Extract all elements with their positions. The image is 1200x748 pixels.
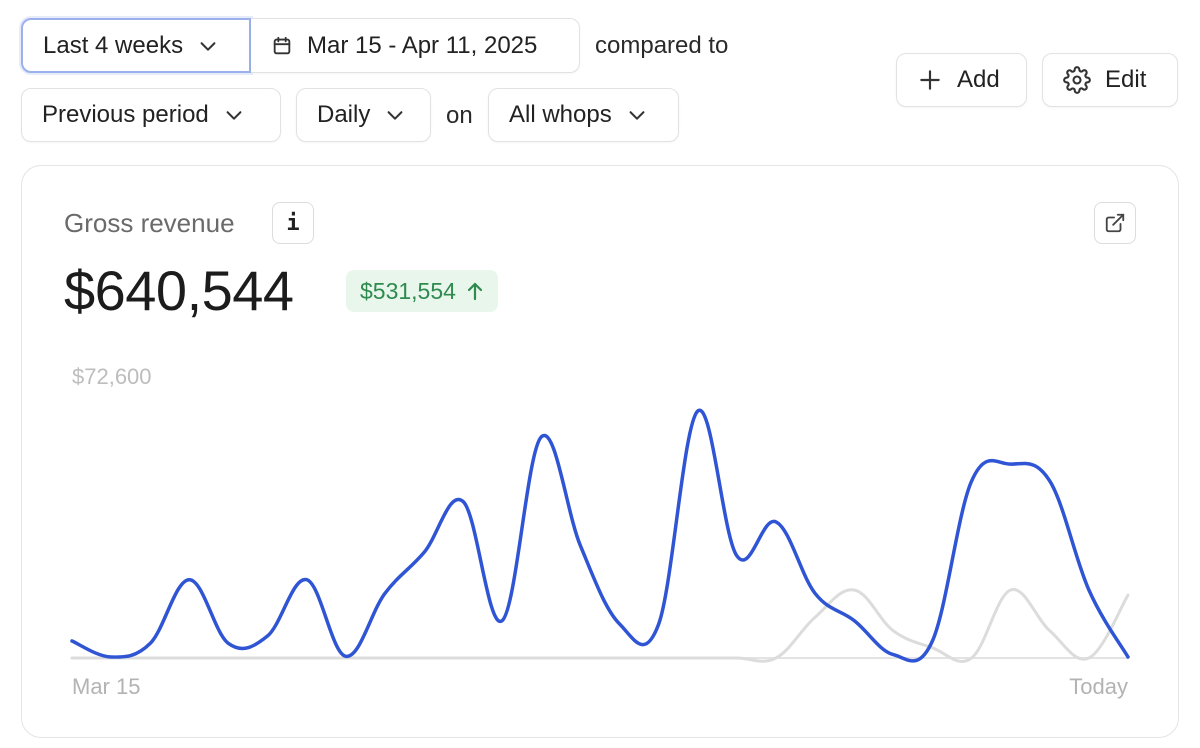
comparison-data-point (68, 654, 76, 662)
current-data-point (146, 639, 154, 647)
current-data-point (381, 589, 389, 597)
current-data-point (498, 617, 506, 625)
comparison-data-point (264, 654, 272, 662)
comparison-data-point (420, 654, 428, 662)
current-data-point (616, 620, 624, 628)
chevron-down-icon (200, 41, 216, 51)
add-button[interactable]: Add (896, 53, 1027, 107)
comparison-dropdown[interactable]: Previous period (21, 88, 281, 142)
current-data-point (1007, 460, 1015, 468)
current-data-point (1046, 477, 1054, 485)
current-data-point (459, 498, 467, 506)
chevron-down-icon (387, 111, 403, 120)
comparison-data-point (850, 586, 858, 594)
comparison-data-point (498, 654, 506, 662)
comparison-data-point (459, 654, 467, 662)
revenue-line-chart (68, 407, 1132, 663)
current-data-point (303, 576, 311, 584)
comparison-data-point (185, 654, 193, 662)
series-line-comparison (70, 588, 1130, 663)
x-axis-start-label: Mar 15 (72, 674, 141, 699)
comparison-data-point (694, 654, 702, 662)
current-data-point (342, 652, 350, 660)
current-data-point (655, 620, 663, 628)
current-data-point (420, 549, 428, 557)
current-data-point (1085, 586, 1093, 594)
comparison-data-point (616, 654, 624, 662)
range-dropdown[interactable]: Last 4 weeks (21, 18, 251, 73)
comparison-data-point (1085, 654, 1093, 662)
current-data-point (107, 653, 115, 661)
comparison-data-point (1007, 586, 1015, 594)
current-data-point (811, 589, 819, 597)
comparison-data-point (655, 654, 663, 662)
chevron-down-icon (226, 111, 242, 120)
on-text: on (446, 102, 473, 129)
comparison-data-point (772, 654, 780, 662)
comparison-dropdown-label: Previous period (42, 101, 209, 128)
range-dropdown-label: Last 4 weeks (43, 31, 184, 59)
chevron-down-icon (629, 111, 645, 120)
comparison-data-point (889, 627, 897, 635)
current-data-point (576, 542, 584, 550)
series-line-current (70, 408, 1130, 663)
plus-icon (920, 70, 940, 90)
gear-icon (1063, 66, 1091, 94)
comparison-data-point (537, 654, 545, 662)
comparison-data-point (811, 613, 819, 621)
current-data-point (889, 651, 897, 659)
comparison-data-point (303, 654, 311, 662)
current-data-point (537, 433, 545, 441)
interval-dropdown-label: Daily (317, 101, 371, 128)
comparison-data-point (968, 654, 976, 662)
current-data-point (224, 639, 232, 647)
add-button-label: Add (957, 66, 1000, 93)
date-range-label: Mar 15 - Apr 11, 2025 (307, 31, 538, 59)
current-data-point (185, 576, 193, 584)
comparison-data-point (733, 654, 741, 662)
edit-button[interactable]: Edit (1042, 53, 1178, 107)
comparison-data-point (224, 654, 232, 662)
current-data-point (968, 477, 976, 485)
date-range-button[interactable]: Mar 15 - Apr 11, 2025 (251, 18, 580, 73)
comparison-data-point (146, 654, 154, 662)
current-data-point (68, 637, 76, 645)
compared-to-text: compared to (595, 32, 729, 59)
comparison-data-point (1046, 627, 1054, 635)
scope-dropdown-label: All whops (509, 101, 612, 128)
current-data-point (694, 407, 702, 415)
current-data-point (1124, 653, 1132, 661)
current-data-point (850, 617, 858, 625)
gross-revenue-card: Gross revenue i $640,544 $531,554 $72,60… (21, 165, 1179, 738)
current-data-point (264, 632, 272, 640)
calendar-icon (273, 36, 291, 54)
comparison-data-point (576, 654, 584, 662)
current-data-point (733, 552, 741, 560)
scope-dropdown[interactable]: All whops (488, 88, 679, 142)
comparison-data-point (1124, 591, 1132, 599)
x-axis-end-label: Today (1069, 674, 1128, 699)
current-data-point (772, 518, 780, 526)
comparison-data-point (381, 654, 389, 662)
interval-dropdown[interactable]: Daily (296, 88, 431, 142)
current-data-point (928, 637, 936, 645)
edit-button-label: Edit (1105, 66, 1147, 93)
